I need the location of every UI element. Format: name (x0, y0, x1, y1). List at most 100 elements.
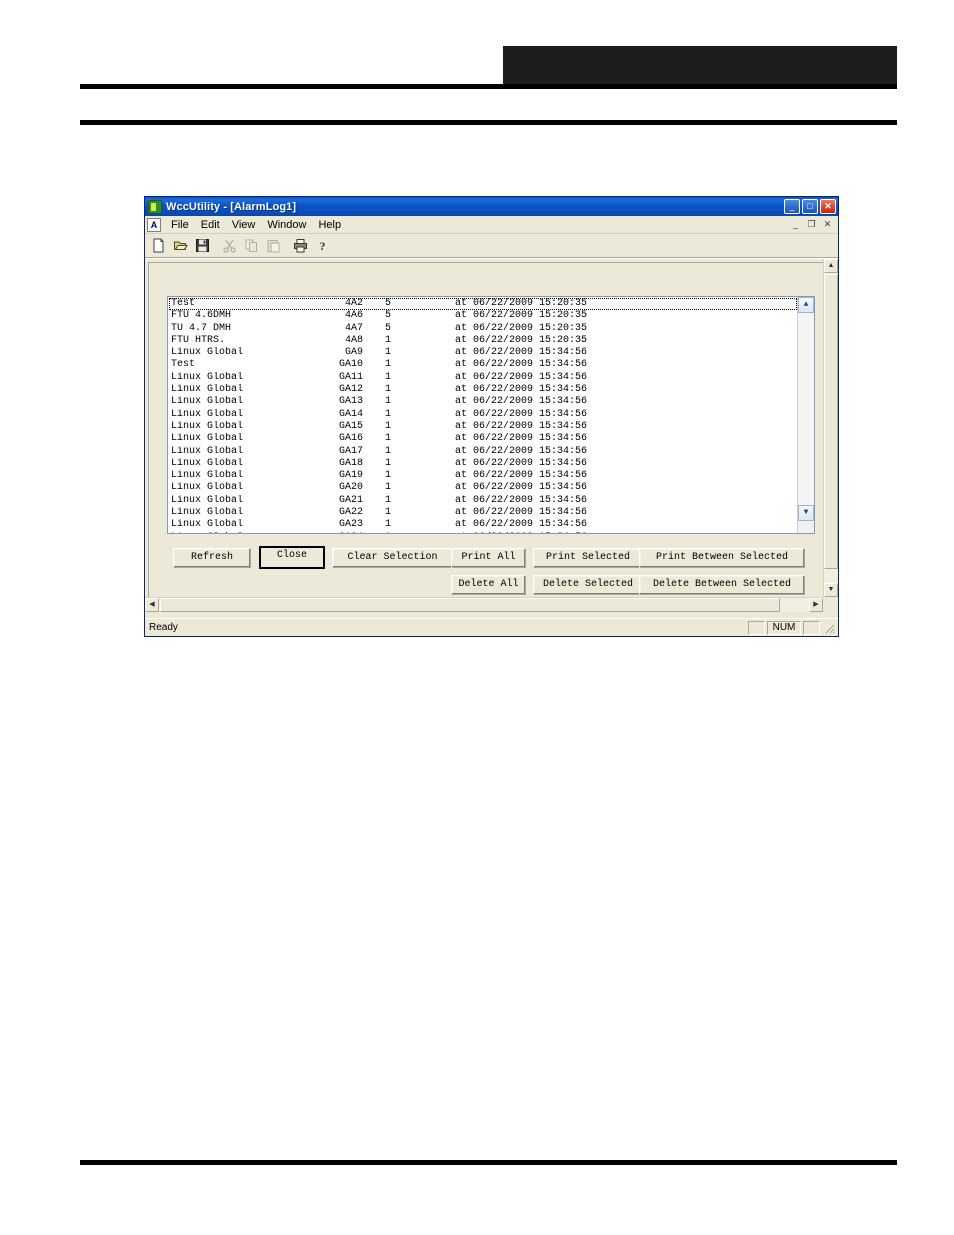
alarm-id-cell: 4A7 (344, 322, 363, 334)
alarm-id-cell: GA10 (338, 359, 363, 371)
refresh-button[interactable]: Refresh (173, 548, 251, 568)
alarm-log-row[interactable]: Linux Global GA23 1 at 06/22/2009 15:34:56 (169, 519, 797, 531)
alarm-id-cell: 4A2 (344, 298, 363, 309)
alarm-log-row[interactable]: FTU HTRS. 4A8 1 at 06/22/2009 15:20:35 (169, 335, 797, 347)
clear-selection-button[interactable]: Clear Selection (332, 548, 453, 568)
alarm-log-row[interactable]: Test GA10 1 at 06/22/2009 15:34:56 (169, 359, 797, 371)
mdi-vertical-scrollbar[interactable]: ▲ ▼ (823, 259, 838, 597)
alarm-time-cell: at 06/22/2009 15:34:56 (455, 494, 588, 506)
alarm-log-row[interactable]: Linux Global GA15 1 at 06/22/2009 15:34:56 (169, 421, 797, 433)
alarm-count-cell: 1 (385, 408, 392, 420)
print-selected-button[interactable]: Print Selected (533, 548, 643, 568)
listbox-scroll-down-button[interactable]: ▼ (798, 505, 814, 521)
window-controls: _ □ ✕ (784, 199, 836, 214)
menu-edit[interactable]: Edit (195, 218, 226, 232)
close-button-form[interactable]: Close (259, 546, 325, 569)
alarm-log-row[interactable]: TU 4.7 DMH 4A7 5 at 06/22/2009 15:20:35 (169, 323, 797, 335)
alarm-count-cell: 1 (385, 482, 392, 494)
print-icon[interactable] (290, 235, 311, 256)
print-all-button[interactable]: Print All (451, 548, 526, 568)
alarm-count-cell: 1 (385, 494, 392, 506)
mdi-horizontal-scroll-thumb[interactable] (160, 598, 780, 612)
alarm-name-cell: Linux Global (171, 371, 244, 383)
resize-grip[interactable] (822, 621, 836, 635)
alarm-log-row[interactable]: Linux Global GA18 1 at 06/22/2009 15:34:56 (169, 458, 797, 470)
menu-help[interactable]: Help (312, 218, 347, 232)
mdi-scroll-right-button[interactable]: ▶ (809, 598, 823, 612)
menu-file[interactable]: File (165, 218, 195, 232)
paste-icon (263, 235, 284, 256)
mdi-scroll-down-button[interactable]: ▼ (824, 583, 838, 597)
alarm-name-cell: Test (171, 298, 196, 309)
alarm-log-row[interactable]: Linux GlobalGA241at 06/22/2009 15:34:56 (169, 532, 797, 533)
mdi-scroll-left-button[interactable]: ◀ (145, 598, 159, 612)
alarm-count-cell: 1 (385, 470, 392, 482)
delete-selected-button[interactable]: Delete Selected (533, 575, 643, 595)
alarm-name-cell: Linux Global (171, 470, 244, 482)
alarm-log-row[interactable]: Linux Global GA11 1 at 06/22/2009 15:34:56 (169, 372, 797, 384)
mdi-restore-button[interactable]: ❐ (805, 219, 818, 231)
status-pane-num: NUM (767, 620, 801, 635)
alarm-count-cell: 1 (385, 371, 392, 383)
alarm-time-cell: at 06/22/2009 15:34:56 (455, 532, 797, 533)
about-icon[interactable]: ? (312, 235, 333, 256)
delete-between-selected-button[interactable]: Delete Between Selected (639, 575, 805, 595)
alarm-log-row[interactable]: Linux Global GA13 1 at 06/22/2009 15:34:56 (169, 396, 797, 408)
menu-window[interactable]: Window (261, 218, 312, 232)
alarm-log-row[interactable]: Linux Global GA16 1 at 06/22/2009 15:34:56 (169, 433, 797, 445)
open-icon[interactable] (170, 235, 191, 256)
alarm-name-cell: Linux Global (171, 519, 244, 531)
alarm-id-cell: GA14 (338, 408, 363, 420)
alarm-log-row[interactable]: Linux Global GA14 1 at 06/22/2009 15:34:56 (169, 409, 797, 421)
alarm-name-cell: TU 4.7 DMH (171, 322, 232, 334)
mdi-close-button[interactable]: ✕ (821, 219, 834, 231)
alarm-time-cell: at 06/22/2009 15:20:35 (455, 322, 588, 334)
alarm-count-cell: 1 (385, 445, 392, 457)
alarm-log-row[interactable]: FTU 4.6DMH 4A6 5 at 06/22/2009 15:20:35 (169, 310, 797, 322)
menu-view[interactable]: View (226, 218, 262, 232)
alarm-log-row[interactable]: Linux Global GA9 1 at 06/22/2009 15:34:56 (169, 347, 797, 359)
alarm-time-cell: at 06/22/2009 15:34:56 (455, 507, 588, 519)
window-titlebar[interactable]: WccUtility - [AlarmLog1] _ □ ✕ (145, 197, 838, 216)
cut-icon (219, 235, 240, 256)
page-header-block (503, 46, 897, 84)
alarm-name-cell: Linux Global (171, 457, 244, 469)
new-icon[interactable] (148, 235, 169, 256)
copy-icon (241, 235, 262, 256)
mdi-minimize-button[interactable]: _ (789, 219, 802, 231)
alarm-name-cell: FTU 4.6DMH (171, 310, 232, 322)
listbox-scrollbar[interactable]: ▲ ▼ (797, 297, 814, 533)
alarm-id-cell: GA13 (338, 396, 363, 408)
alarm-count-cell: 1 (385, 384, 392, 396)
alarm-count-cell: 1 (385, 433, 392, 445)
save-icon[interactable] (192, 235, 213, 256)
alarm-log-row[interactable]: Test 4A2 5 at 06/22/2009 15:20:35 (169, 298, 797, 311)
mdi-vertical-scroll-thumb[interactable] (824, 274, 838, 569)
status-pane-caps (748, 620, 765, 635)
maximize-button[interactable]: □ (802, 199, 818, 214)
document-icon[interactable]: A (147, 217, 161, 232)
alarm-log-row[interactable]: Linux Global GA17 1 at 06/22/2009 15:34:56 (169, 446, 797, 458)
alarm-log-row[interactable]: Linux Global GA19 1 at 06/22/2009 15:34:56 (169, 470, 797, 482)
delete-all-button[interactable]: Delete All (451, 575, 526, 595)
alarm-log-row[interactable]: Linux Global GA21 1 at 06/22/2009 15:34:56 (169, 495, 797, 507)
alarm-log-row[interactable]: Linux Global GA22 1 at 06/22/2009 15:34:56 (169, 507, 797, 519)
minimize-button[interactable]: _ (784, 199, 800, 214)
alarm-name-cell: Linux Global (171, 396, 244, 408)
mdi-horizontal-scrollbar[interactable]: ◀ ▶ (145, 597, 823, 612)
close-button[interactable]: ✕ (820, 199, 836, 214)
alarm-name-cell: FTU HTRS. (171, 334, 226, 346)
alarm-count-cell: 1 (363, 532, 455, 533)
alarm-log-row[interactable]: Linux Global GA12 1 at 06/22/2009 15:34:56 (169, 384, 797, 396)
alarm-log-listbox[interactable]: Test 4A2 5 at 06/22/2009 15:20:35 FTU 4.6DMH… (167, 296, 815, 534)
wcc-utility-window: WccUtility - [AlarmLog1] _ □ ✕ A File Ed… (144, 196, 839, 637)
listbox-scroll-track[interactable] (798, 313, 814, 505)
alarm-log-row[interactable]: Linux Global GA20 1 at 06/22/2009 15:34:56 (169, 482, 797, 494)
alarm-count-cell: 5 (385, 298, 392, 309)
alarm-count-cell: 1 (385, 507, 392, 519)
menubar: A File Edit View Window Help _ ❐ ✕ (145, 216, 838, 234)
print-between-selected-button[interactable]: Print Between Selected (639, 548, 805, 568)
alarm-count-cell: 1 (385, 347, 392, 359)
mdi-scroll-up-button[interactable]: ▲ (824, 259, 838, 273)
listbox-scroll-up-button[interactable]: ▲ (798, 297, 814, 313)
